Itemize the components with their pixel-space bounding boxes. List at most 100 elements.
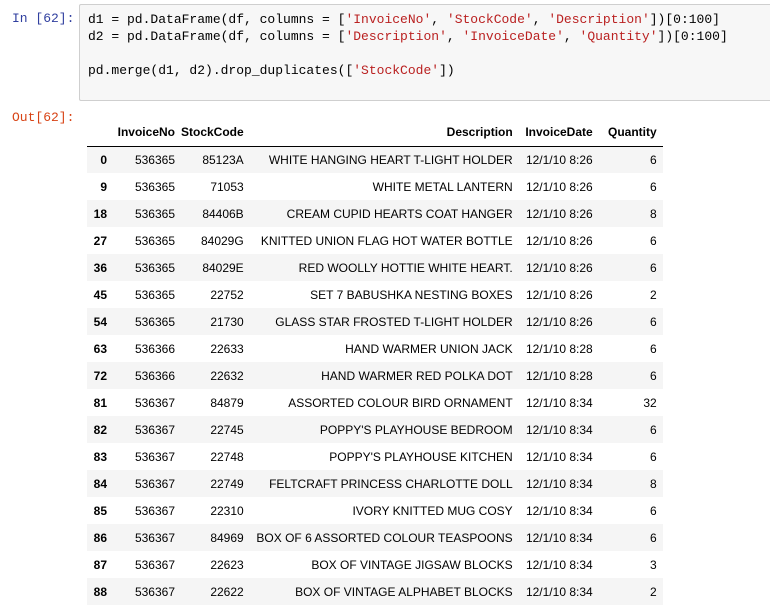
table-row: 82 536367 22745 POPPY'S PLAYHOUSE BEDROOM 12… <box>87 416 663 443</box>
table-row: 9 536365 71053 WHITE METAL LANTERN 12/1/10 8… <box>87 173 663 200</box>
index-cell: 86 <box>93 530 107 545</box>
code-token: d1 = pd.DataFrame(df, columns = [ <box>88 12 346 27</box>
code-input-area[interactable]: d1 = pd.DataFrame(df, columns = ['Invoic… <box>79 4 770 101</box>
quantity-cell: 3 <box>650 557 657 572</box>
description-cell: KNITTED UNION FLAG HOT WATER BOTTLE <box>260 233 513 248</box>
stockcode-cell: 22623 <box>210 557 244 572</box>
description-cell: BOX OF VINTAGE JIGSAW BLOCKS <box>311 557 513 572</box>
invoiceno-cell: 536367 <box>134 584 175 599</box>
code-token: ])[0:100] <box>657 29 728 44</box>
stockcode-cell: 21730 <box>210 314 244 329</box>
invoiceno-cell: 536367 <box>134 530 175 545</box>
quantity-cell: 8 <box>650 206 657 221</box>
index-cell: 27 <box>93 233 107 248</box>
description-cell: RED WOOLLY HOTTIE WHITE HEART. <box>298 260 513 275</box>
invoiceno-cell: 536365 <box>134 287 175 302</box>
invoiceno-cell: 536365 <box>134 233 175 248</box>
invoicedate-cell: 12/1/10 8:26 <box>525 206 593 221</box>
index-cell: 63 <box>93 341 107 356</box>
quantity-cell: 32 <box>643 395 657 410</box>
invoiceno-cell: 536367 <box>134 557 175 572</box>
quantity-cell: 6 <box>650 179 657 194</box>
invoiceno-cell: 536366 <box>134 368 175 383</box>
index-cell: 82 <box>93 422 107 437</box>
dataframe-output-table: InvoiceNo StockCode Description InvoiceD… <box>87 119 663 605</box>
quantity-cell: 6 <box>650 152 657 167</box>
invoicedate-cell: 12/1/10 8:26 <box>525 260 593 275</box>
quantity-cell: 6 <box>650 503 657 518</box>
invoicedate-cell: 12/1/10 8:26 <box>525 152 593 167</box>
quantity-cell: 2 <box>650 287 657 302</box>
index-cell: 36 <box>93 260 107 275</box>
stockcode-cell: 71053 <box>210 179 244 194</box>
code-token: ]) <box>439 63 455 78</box>
column-header-stockcode: StockCode <box>181 119 250 147</box>
code-string-token: 'InvoiceDate' <box>462 29 564 44</box>
invoicedate-cell: 12/1/10 8:26 <box>525 233 593 248</box>
quantity-cell: 6 <box>650 422 657 437</box>
invoiceno-cell: 536365 <box>134 260 175 275</box>
table-row: 63 536366 22633 HAND WARMER UNION JACK 12/1/… <box>87 335 663 362</box>
index-cell: 9 <box>100 179 107 194</box>
table-header-row: InvoiceNo StockCode Description InvoiceD… <box>87 119 663 147</box>
invoicedate-cell: 12/1/10 8:34 <box>525 584 593 599</box>
code-string-token: 'Description' <box>548 12 650 27</box>
table-row: 72 536366 22632 HAND WARMER RED POLKA DOT 12… <box>87 362 663 389</box>
stockcode-cell: 22632 <box>210 368 244 383</box>
table-row: 54 536365 21730 GLASS STAR FROSTED T-LIGHT … <box>87 308 663 335</box>
quantity-cell: 6 <box>650 341 657 356</box>
code-string-token: 'Description' <box>345 29 447 44</box>
column-header-invoicedate: InvoiceDate <box>518 119 599 147</box>
index-cell: 81 <box>93 395 107 410</box>
code-editor[interactable]: d1 = pd.DataFrame(df, columns = ['Invoic… <box>80 5 770 79</box>
index-cell: 54 <box>93 314 107 329</box>
code-token: pd.merge(d1, d2).drop_duplicates([ <box>88 63 354 78</box>
invoicedate-cell: 12/1/10 8:28 <box>525 341 593 356</box>
invoiceno-cell: 536365 <box>134 152 175 167</box>
stockcode-cell: 84029E <box>202 260 244 275</box>
table-row: 81 536367 84879 ASSORTED COLOUR BIRD ORNAME… <box>87 389 663 416</box>
index-cell: 83 <box>93 449 107 464</box>
index-cell: 72 <box>93 368 107 383</box>
output-prompt: Out[62]: <box>12 110 75 125</box>
table-row: 27 536365 84029G KNITTED UNION FLAG HOT WAT… <box>87 227 663 254</box>
table-row: 86 536367 84969 BOX OF 6 ASSORTED COLOUR TE… <box>87 524 663 551</box>
index-cell: 45 <box>93 287 107 302</box>
table-row: 87 536367 22623 BOX OF VINTAGE JIGSAW BLOCK… <box>87 551 663 578</box>
invoicedate-cell: 12/1/10 8:34 <box>525 503 593 518</box>
code-token: , <box>431 12 447 27</box>
code-line: d2 = pd.DataFrame(df, columns = ['Descri… <box>88 28 770 45</box>
code-token: d2 = pd.DataFrame(df, columns = [ <box>88 29 346 44</box>
table-row: 0 536365 85123A WHITE HANGING HEART T-LIGHT… <box>87 146 663 173</box>
stockcode-cell: 22622 <box>210 584 244 599</box>
invoicedate-cell: 12/1/10 8:34 <box>525 476 593 491</box>
description-cell: WHITE METAL LANTERN <box>372 179 513 194</box>
quantity-cell: 8 <box>650 476 657 491</box>
stockcode-cell: 22633 <box>210 341 244 356</box>
quantity-cell: 6 <box>650 449 657 464</box>
table-row: 85 536367 22310 IVORY KNITTED MUG COSY 12/1/… <box>87 497 663 524</box>
table-row: 45 536365 22752 SET 7 BABUSHKA NESTING BOXE… <box>87 281 663 308</box>
invoiceno-cell: 536367 <box>134 395 175 410</box>
quantity-cell: 6 <box>650 368 657 383</box>
invoiceno-cell: 536365 <box>134 314 175 329</box>
index-cell: 87 <box>93 557 107 572</box>
column-header-description: Description <box>249 119 519 147</box>
code-string-token: 'InvoiceNo' <box>345 12 432 27</box>
code-line: pd.merge(d1, d2).drop_duplicates(['Stock… <box>88 62 770 79</box>
invoicedate-cell: 12/1/10 8:34 <box>525 422 593 437</box>
invoicedate-cell: 12/1/10 8:26 <box>525 314 593 329</box>
invoicedate-cell: 12/1/10 8:34 <box>525 449 593 464</box>
invoiceno-cell: 536367 <box>134 503 175 518</box>
index-cell: 85 <box>93 503 107 518</box>
description-cell: WHITE HANGING HEART T-LIGHT HOLDER <box>268 152 513 167</box>
stockcode-cell: 22749 <box>210 476 244 491</box>
column-header-invoiceno: InvoiceNo <box>113 119 181 147</box>
quantity-cell: 6 <box>650 314 657 329</box>
description-cell: HAND WARMER RED POLKA DOT <box>321 368 513 383</box>
invoiceno-cell: 536366 <box>134 341 175 356</box>
description-cell: HAND WARMER UNION JACK <box>345 341 513 356</box>
stockcode-cell: 84406B <box>202 206 244 221</box>
table-row: 84 536367 22749 FELTCRAFT PRINCESS CHARLOTT… <box>87 470 663 497</box>
